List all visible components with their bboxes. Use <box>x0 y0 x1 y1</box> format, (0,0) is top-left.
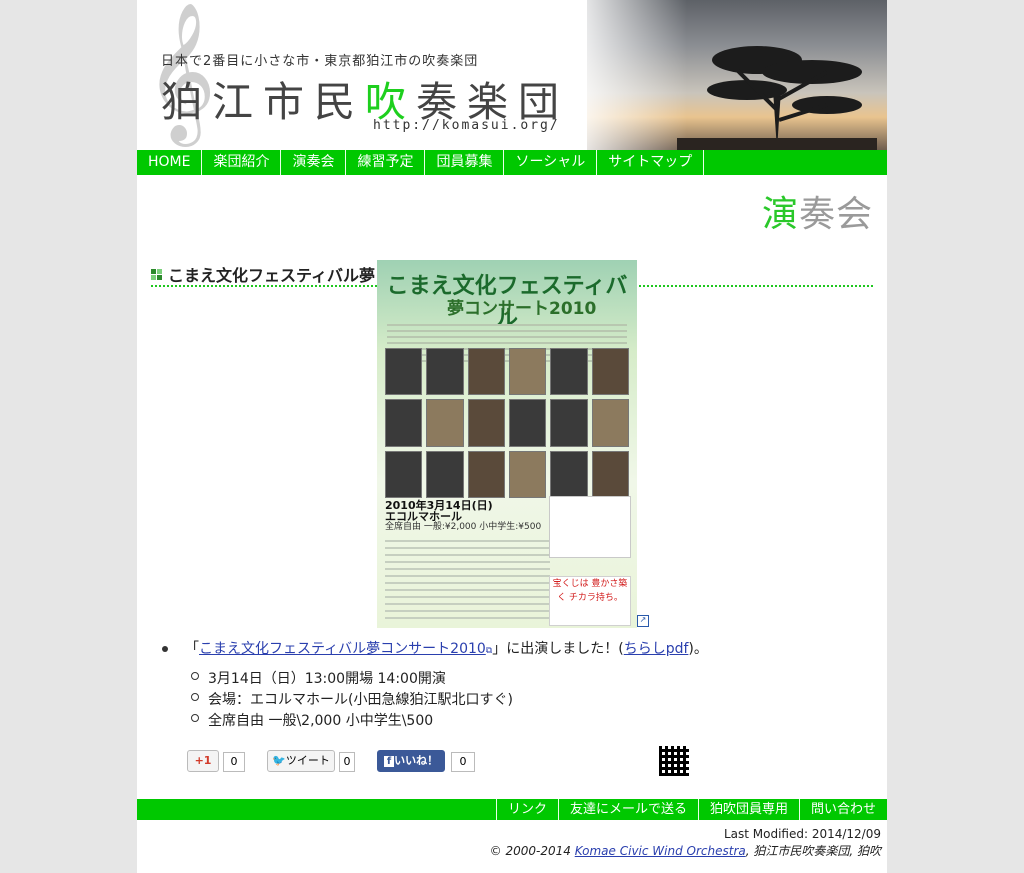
footer-link-contact[interactable]: 問い合わせ <box>798 799 887 820</box>
poster-price: 全席自由 一般:¥2,000 小中学生:¥500 <box>385 522 542 532</box>
list-item: 「こまえ文化フェスティバル夢コンサート2010⧉」に出演しました！(ちらしpdf… <box>185 641 708 657</box>
nav-social[interactable]: ソーシャル <box>504 150 598 175</box>
page-heading: 演奏会 <box>761 194 873 235</box>
performer-photos <box>385 348 629 498</box>
poster-subtitle: 夢コンサート2010 <box>447 299 597 319</box>
like-count: 0 <box>451 752 475 772</box>
last-modified: Last Modified: 2014/12/09 <box>723 827 881 841</box>
poster-badge: 宝くじは 豊かさ築く チカラ持ち。 <box>549 576 631 626</box>
copyright: © 2000-2014 Komae Civic Wind Orchestra, … <box>489 844 881 858</box>
facebook-icon: f <box>383 756 395 767</box>
site-tagline: 日本で2番目に小さな市・東京都狛江市の吹奏楽団 <box>161 54 479 69</box>
flyer-pdf-link[interactable]: ちらしpdf <box>624 641 689 657</box>
poster-venue: エコルマホール <box>385 510 462 523</box>
nav-sitemap[interactable]: サイトマップ <box>597 150 705 175</box>
tweet-count: 0 <box>339 752 355 772</box>
tweet-button[interactable]: 🐦ツイート <box>267 750 335 772</box>
nav-home[interactable]: HOME <box>137 150 203 175</box>
footer-link-members[interactable]: 狛吹団員専用 <box>697 799 799 820</box>
twitter-bird-icon: 🐦 <box>272 754 286 767</box>
footer-link-links[interactable]: リンク <box>495 799 558 820</box>
qr-code-icon <box>659 746 689 776</box>
nav-recruit[interactable]: 団員募集 <box>425 150 505 175</box>
footer-link-email-friend[interactable]: 友達にメールで送る <box>557 799 698 820</box>
nav-about[interactable]: 楽団紹介 <box>202 150 282 175</box>
site-url: http://komasui.org/ <box>373 118 560 133</box>
pine-tree-image <box>677 46 877 150</box>
footer-nav: リンク 友達にメールで送る 狛吹団員専用 問い合わせ <box>137 799 887 820</box>
concert-poster-image[interactable]: こまえ文化フェスティバル 夢コンサート2010 2010年3月14日(日) エコ… <box>377 260 637 628</box>
site-header: 𝄞 日本で2番目に小さな市・東京都狛江市の吹奏楽団 狛江市民吹奏楽団 http:… <box>137 0 887 150</box>
list-bullet-icon <box>162 646 168 652</box>
main-nav: HOME 楽団紹介 演奏会 練習予定 団員募集 ソーシャル サイトマップ <box>137 150 887 175</box>
google-plus-count: 0 <box>223 752 245 772</box>
org-link[interactable]: Komae Civic Wind Orchestra <box>575 844 746 858</box>
google-plus-button[interactable]: +1 <box>187 750 219 772</box>
facebook-like-button[interactable]: f いいね！ <box>377 750 445 772</box>
external-link-icon[interactable]: ↗ <box>637 615 649 627</box>
nav-concerts[interactable]: 演奏会 <box>281 150 347 175</box>
nav-practice[interactable]: 練習予定 <box>346 150 426 175</box>
grid-bullet-icon <box>151 268 162 280</box>
page: 𝄞 日本で2番目に小さな市・東京都狛江市の吹奏楽団 狛江市民吹奏楽団 http:… <box>137 0 887 873</box>
festival-link[interactable]: こまえ文化フェスティバル夢コンサート2010 <box>199 641 486 657</box>
site-footer: Last Modified: 2014/12/09 © 2000-2014 Ko… <box>490 826 881 860</box>
